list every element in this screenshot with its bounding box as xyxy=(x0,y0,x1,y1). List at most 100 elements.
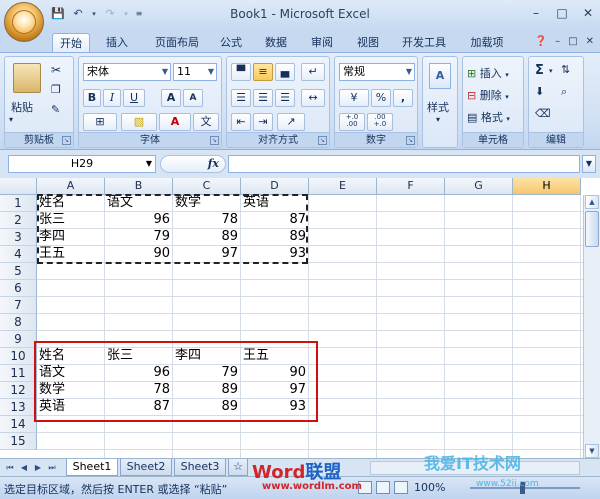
row-header-13[interactable]: 13 xyxy=(0,399,37,416)
number-format-combo[interactable]: 常规 ▼ xyxy=(339,63,415,81)
bold-button[interactable]: B xyxy=(83,89,101,107)
decrease-indent-button[interactable]: ⇤ xyxy=(231,113,251,131)
accounting-button[interactable]: ¥ xyxy=(339,89,369,107)
font-name-combo[interactable]: 宋体 ▼ xyxy=(83,63,171,81)
row-header-12[interactable]: 12 xyxy=(0,382,37,399)
row-header-5[interactable]: 5 xyxy=(0,263,37,280)
column-header-e[interactable]: E xyxy=(309,178,377,195)
sort-filter-icon[interactable]: ⇅ xyxy=(561,63,570,76)
styles-icon[interactable]: A xyxy=(429,63,451,89)
scroll-up-icon[interactable]: ▲ xyxy=(585,195,599,209)
borders-button[interactable]: ⊞ xyxy=(83,113,117,131)
tab-view[interactable]: 视图 xyxy=(350,33,386,52)
close-icon[interactable]: ✕ xyxy=(580,6,596,20)
font-launcher-icon[interactable]: ↘ xyxy=(210,136,219,145)
styles-button[interactable]: 样式 xyxy=(427,99,449,115)
column-header-h[interactable]: H xyxy=(513,178,581,195)
page-break-view-icon[interactable] xyxy=(394,481,408,494)
align-center-button[interactable]: ☰ xyxy=(253,89,273,107)
ribbon-restore-icon[interactable]: □ xyxy=(568,36,577,47)
decrease-decimal-button[interactable]: .00 +.0 xyxy=(367,113,393,131)
styles-dropdown-icon[interactable]: ▾ xyxy=(436,115,440,124)
font-size-combo[interactable]: 11 ▼ xyxy=(173,63,217,81)
row-header-9[interactable]: 9 xyxy=(0,331,37,348)
row-header-11[interactable]: 11 xyxy=(0,365,37,382)
next-sheet-icon[interactable]: ▶ xyxy=(32,462,44,474)
paste-icon[interactable] xyxy=(13,63,41,93)
clipboard-launcher-icon[interactable]: ↘ xyxy=(62,136,71,145)
chevron-down-icon[interactable]: ▾ xyxy=(549,67,553,75)
row-header-3[interactable]: 3 xyxy=(0,229,37,246)
format-cells-button[interactable]: ▤ 格式 ▾ xyxy=(467,109,510,125)
number-launcher-icon[interactable]: ↘ xyxy=(406,136,415,145)
zoom-level[interactable]: 100% xyxy=(414,481,445,494)
maximize-icon[interactable]: □ xyxy=(554,6,570,20)
tab-addins[interactable]: 加载项 xyxy=(464,33,510,52)
row-header-6[interactable]: 6 xyxy=(0,280,37,297)
row-header-8[interactable]: 8 xyxy=(0,314,37,331)
insert-function-button[interactable]: fx xyxy=(208,156,219,172)
tab-insert[interactable]: 插入 xyxy=(98,33,136,52)
comma-button[interactable]: , xyxy=(393,89,413,107)
font-color-button[interactable]: A xyxy=(159,113,191,131)
insert-sheet-button[interactable]: ☆ xyxy=(228,459,248,476)
page-layout-view-icon[interactable] xyxy=(376,481,390,494)
copy-icon[interactable]: ❐ xyxy=(51,83,61,96)
row-header-10[interactable]: 10 xyxy=(0,348,37,365)
column-header-c[interactable]: C xyxy=(173,178,241,195)
tab-formulas[interactable]: 公式 xyxy=(214,33,248,52)
italic-button[interactable]: I xyxy=(103,89,121,107)
row-header-4[interactable]: 4 xyxy=(0,246,37,263)
vertical-scrollbar[interactable]: ▲ ▼ xyxy=(583,195,600,458)
delete-cells-button[interactable]: ⊟ 删除 ▾ xyxy=(467,87,509,103)
underline-button[interactable]: U xyxy=(123,89,145,107)
phonetic-button[interactable]: 文 xyxy=(193,113,219,131)
shrink-font-button[interactable]: A xyxy=(183,89,203,107)
autosum-button[interactable]: Σ xyxy=(535,63,544,78)
vertical-scroll-thumb[interactable] xyxy=(585,211,599,247)
increase-decimal-button[interactable]: +.0 .00 xyxy=(339,113,365,131)
align-middle-button[interactable]: ≡ xyxy=(253,63,273,81)
row-header-15[interactable]: 15 xyxy=(0,433,37,450)
first-sheet-icon[interactable]: ⏮ xyxy=(4,462,16,474)
align-top-button[interactable]: ▀ xyxy=(231,63,251,81)
sheet-tab-sheet1[interactable]: Sheet1 xyxy=(66,459,118,476)
format-painter-icon[interactable]: ✎ xyxy=(51,103,60,116)
align-bottom-button[interactable]: ▄ xyxy=(275,63,295,81)
row-header-1[interactable]: 1 xyxy=(0,195,37,212)
align-left-button[interactable]: ☰ xyxy=(231,89,251,107)
clear-icon[interactable]: ⌫ xyxy=(535,107,551,120)
alignment-launcher-icon[interactable]: ↘ xyxy=(318,136,327,145)
name-box[interactable]: H29 ▼ xyxy=(8,155,156,173)
sheet-tab-sheet3[interactable]: Sheet3 xyxy=(174,459,226,476)
last-sheet-icon[interactable]: ⏭ xyxy=(46,462,58,474)
align-right-button[interactable]: ☰ xyxy=(275,89,295,107)
column-header-a[interactable]: A xyxy=(37,178,105,195)
fill-color-button[interactable]: ▧ xyxy=(121,113,157,131)
column-header-f[interactable]: F xyxy=(377,178,445,195)
scroll-down-icon[interactable]: ▼ xyxy=(585,444,599,458)
select-all-button[interactable] xyxy=(0,178,37,195)
help-icon[interactable]: ❓ xyxy=(535,36,547,47)
row-header-14[interactable]: 14 xyxy=(0,416,37,433)
find-select-icon[interactable]: ⌕ xyxy=(561,85,567,99)
wrap-text-button[interactable]: ↵ xyxy=(301,63,325,81)
minimize-icon[interactable]: – xyxy=(528,6,544,20)
fill-icon[interactable]: ⬇ xyxy=(535,85,544,98)
paste-button[interactable]: 粘贴 xyxy=(11,99,33,115)
cut-icon[interactable]: ✂ xyxy=(51,63,61,77)
ribbon-close-icon[interactable]: ✕ xyxy=(586,36,594,47)
tab-developer[interactable]: 开发工具 xyxy=(394,33,454,52)
merge-center-button[interactable]: ↔ xyxy=(301,89,325,107)
column-header-d[interactable]: D xyxy=(241,178,309,195)
row-header-2[interactable]: 2 xyxy=(0,212,37,229)
tab-home[interactable]: 开始 xyxy=(52,33,90,52)
tab-data[interactable]: 数据 xyxy=(258,33,294,52)
increase-indent-button[interactable]: ⇥ xyxy=(253,113,273,131)
orientation-button[interactable]: ↗ xyxy=(277,113,305,131)
percent-button[interactable]: % xyxy=(371,89,391,107)
column-header-g[interactable]: G xyxy=(445,178,513,195)
row-header-7[interactable]: 7 xyxy=(0,297,37,314)
formula-input[interactable] xyxy=(228,155,580,173)
expand-formula-icon[interactable]: ▼ xyxy=(582,155,596,173)
